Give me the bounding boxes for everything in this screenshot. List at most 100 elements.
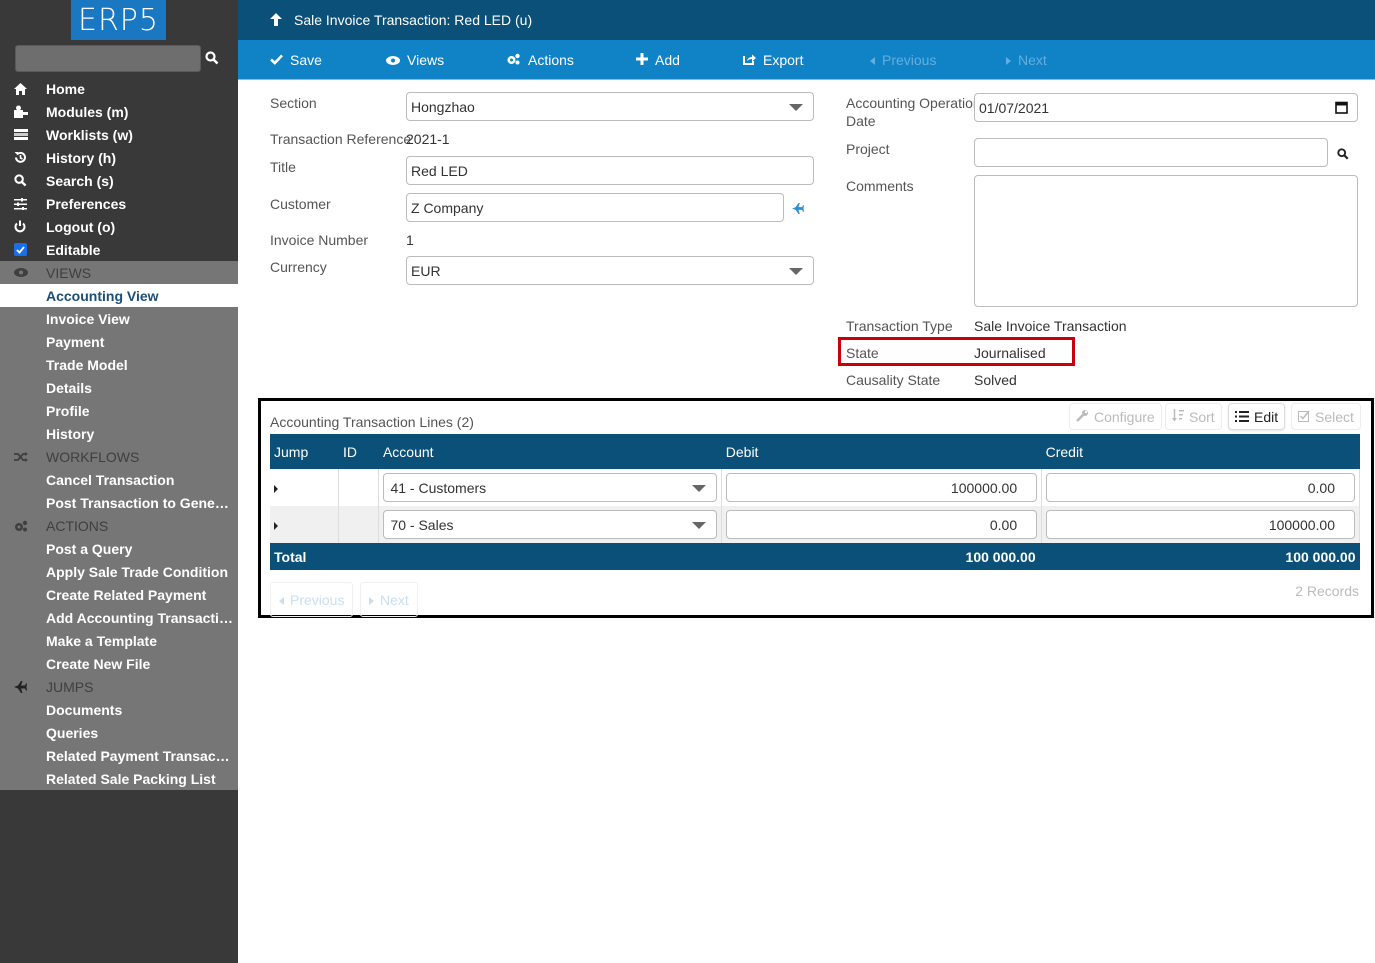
listbox-next-button[interactable]: Next bbox=[360, 582, 418, 617]
export-button[interactable]: Export bbox=[743, 52, 803, 68]
chevron-down-icon bbox=[789, 268, 803, 275]
eye-icon bbox=[0, 268, 46, 277]
column-header-credit[interactable]: Credit bbox=[1041, 434, 1360, 469]
sidebar-item-logout[interactable]: Logout (o) bbox=[0, 215, 238, 238]
id-cell bbox=[338, 506, 380, 543]
column-header-account[interactable]: Account bbox=[378, 434, 722, 469]
export-icon bbox=[743, 52, 756, 68]
section-header: JUMPS bbox=[46, 678, 94, 695]
sidebar-item-editable[interactable]: Editable bbox=[0, 238, 238, 261]
sidebar-action-item[interactable]: Apply Sale Trade Condition bbox=[0, 560, 238, 583]
listbox-previous-button[interactable]: Previous bbox=[270, 582, 354, 617]
edit-button[interactable]: Edit bbox=[1228, 403, 1286, 430]
sidebar-view-profile[interactable]: Profile bbox=[0, 399, 238, 422]
views-button[interactable]: Views bbox=[386, 52, 444, 68]
plane-icon[interactable] bbox=[792, 201, 804, 217]
date-label-line1: Accounting Operation bbox=[846, 95, 981, 111]
calendar-icon[interactable] bbox=[1335, 101, 1348, 117]
sidebar-view-trade-model[interactable]: Trade Model bbox=[0, 353, 238, 376]
sidebar-jump-item[interactable]: Queries bbox=[0, 721, 238, 744]
sidebar-workflow-item[interactable]: Post Transaction to General L... bbox=[0, 491, 238, 514]
export-label: Export bbox=[763, 52, 804, 68]
invoice-number-label: Invoice Number bbox=[270, 232, 369, 248]
debit-input[interactable]: 0.00 bbox=[726, 510, 1038, 539]
sidebar-action-item[interactable]: Make a Template bbox=[0, 629, 238, 652]
account-select[interactable]: 41 - Customers bbox=[383, 473, 718, 502]
cogs-icon bbox=[506, 52, 521, 68]
sidebar-jump-item[interactable]: Related Payment Transaction bbox=[0, 744, 238, 767]
sidebar-item-label: History (h) bbox=[46, 149, 116, 166]
sidebar-view-accounting[interactable]: Accounting View bbox=[0, 284, 238, 307]
caret-right-icon[interactable] bbox=[274, 484, 278, 493]
sidebar-item-label: Post a Query bbox=[46, 540, 133, 557]
caret-right-icon[interactable] bbox=[274, 521, 278, 530]
sliders-icon bbox=[0, 197, 46, 210]
previous-button[interactable]: Previous bbox=[870, 52, 936, 68]
sidebar-action-item[interactable]: Create Related Payment bbox=[0, 583, 238, 606]
jump-cell[interactable] bbox=[270, 469, 340, 506]
caret-left-icon bbox=[279, 592, 284, 608]
sidebar-item-history[interactable]: History (h) bbox=[0, 146, 238, 169]
search-icon[interactable] bbox=[1337, 147, 1349, 163]
sidebar-item-label: Editable bbox=[46, 241, 101, 258]
sidebar-item-label: Worklists (w) bbox=[46, 126, 133, 143]
title-input[interactable]: Red LED bbox=[406, 156, 814, 185]
sidebar-action-item[interactable]: Post a Query bbox=[0, 537, 238, 560]
sidebar-workflow-item[interactable]: Cancel Transaction bbox=[0, 468, 238, 491]
section-select[interactable]: Hongzhao bbox=[406, 92, 814, 121]
sidebar-action-item[interactable]: Add Accounting Transaction L... bbox=[0, 606, 238, 629]
debit-input[interactable]: 100000.00 bbox=[726, 473, 1038, 502]
sidebar-item-label: Invoice View bbox=[46, 310, 130, 327]
caret-right-icon bbox=[369, 592, 374, 608]
sidebar-item-label: Logout (o) bbox=[46, 218, 116, 235]
search-icon[interactable] bbox=[205, 51, 219, 65]
sidebar-jump-item[interactable]: Related Sale Packing List bbox=[0, 767, 238, 790]
comments-textarea[interactable] bbox=[974, 175, 1358, 307]
next-button[interactable]: Next bbox=[1006, 52, 1047, 68]
account-select[interactable]: 70 - Sales bbox=[383, 510, 718, 539]
table-row: 41 - Customers 100000.00 0.00 bbox=[270, 469, 1360, 506]
add-button[interactable]: Add bbox=[636, 52, 680, 68]
configure-button[interactable]: Configure bbox=[1069, 403, 1162, 430]
sidebar-item-search[interactable]: Search (s) bbox=[0, 169, 238, 192]
sidebar-item-worklists[interactable]: Worklists (w) bbox=[0, 123, 238, 146]
column-header-debit[interactable]: Debit bbox=[721, 434, 1042, 469]
credit-input[interactable]: 0.00 bbox=[1046, 473, 1355, 502]
select-button[interactable]: Select bbox=[1291, 403, 1361, 430]
reference-value: 2021-1 bbox=[406, 131, 450, 147]
column-header-jump[interactable]: Jump bbox=[270, 434, 339, 469]
sidebar-item-preferences[interactable]: Preferences bbox=[0, 192, 238, 215]
records-count: 2 Records bbox=[1295, 583, 1359, 599]
id-cell bbox=[338, 469, 380, 506]
sidebar-jump-item[interactable]: Documents bbox=[0, 698, 238, 721]
caret-left-icon bbox=[870, 52, 875, 68]
save-button[interactable]: Save bbox=[270, 52, 322, 68]
sidebar-item-label: Payment bbox=[46, 333, 105, 350]
column-header-id[interactable]: ID bbox=[338, 434, 379, 469]
checkbox-icon[interactable] bbox=[14, 243, 27, 256]
sidebar-view-invoice[interactable]: Invoice View bbox=[0, 307, 238, 330]
actions-button[interactable]: Actions bbox=[506, 52, 574, 68]
date-input[interactable]: 01/07/2021 bbox=[974, 93, 1358, 122]
sidebar-item-modules[interactable]: Modules (m) bbox=[0, 100, 238, 123]
account-value: 70 - Sales bbox=[390, 517, 454, 533]
title-label: Title bbox=[270, 159, 296, 175]
total-label: Total bbox=[270, 543, 722, 570]
currency-select[interactable]: EUR bbox=[406, 256, 814, 285]
customer-input[interactable]: Z Company bbox=[406, 193, 784, 222]
sidebar-search-input[interactable] bbox=[15, 45, 201, 72]
sidebar-view-details[interactable]: Details bbox=[0, 376, 238, 399]
sidebar-item-label: Queries bbox=[46, 724, 99, 741]
sidebar-action-item[interactable]: Create New File bbox=[0, 652, 238, 675]
project-input[interactable] bbox=[974, 138, 1328, 167]
sort-button[interactable]: Sort bbox=[1165, 403, 1222, 430]
credit-input[interactable]: 100000.00 bbox=[1046, 510, 1355, 539]
invoice-number-value: 1 bbox=[406, 232, 414, 248]
sidebar-view-history[interactable]: History bbox=[0, 422, 238, 445]
arrow-up-icon[interactable] bbox=[270, 13, 282, 29]
sidebar-view-payment[interactable]: Payment bbox=[0, 330, 238, 353]
erp5-logo[interactable]: ERP5 bbox=[71, 0, 166, 40]
jump-cell[interactable] bbox=[270, 506, 340, 543]
sidebar-item-home[interactable]: Home bbox=[0, 77, 238, 100]
page-title: Sale Invoice Transaction: Red LED (u) bbox=[294, 12, 533, 28]
